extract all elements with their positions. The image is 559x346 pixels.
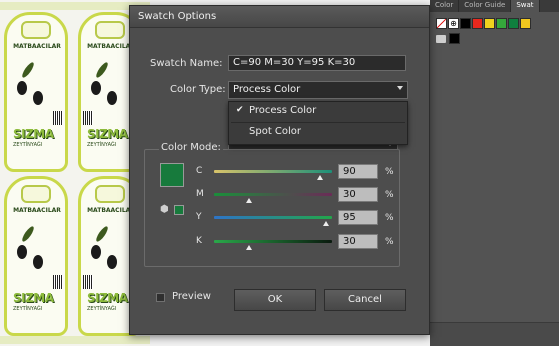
value-field-m[interactable]: 30 [338,187,378,202]
percent-label: % [385,167,394,177]
color-mode-label: Color Mode: [159,142,223,153]
tab-swatches[interactable]: Swat [511,0,540,12]
dropdown-option-label: Spot Color [249,126,302,137]
percent-label: % [385,237,394,247]
color-type-value: Process Color [233,84,301,95]
label-sub-text: ZEYTİNYAĞI [13,306,43,312]
slider-thumb-m[interactable] [246,198,253,203]
cancel-button[interactable]: Cancel [324,289,406,311]
label-sizma-text: SIZMA [87,127,128,141]
swatch-chip[interactable] [449,33,460,44]
swatch-chip-row: ⊕ [436,18,531,29]
label-sub-text: ZEYTİNYAĞI [13,142,43,148]
barcode-icon [83,111,93,125]
swatch-chip[interactable] [460,18,471,29]
slider-thumb-c[interactable] [317,175,324,180]
slider-label-m: M [196,189,204,199]
swatch-chip[interactable] [508,18,519,29]
slider-thumb-k[interactable] [246,245,253,250]
chevron-down-icon [397,86,403,90]
swatch-options-dialog: Swatch Options Swatch Name: C=90 M=30 Y=… [129,5,430,335]
label-neck [95,21,125,39]
dropdown-option-label: Process Color [249,105,317,116]
slider-label-c: C [196,166,203,176]
olive-icon [107,91,117,105]
color-type-label: Color Type: [170,84,226,95]
value-field-k[interactable]: 30 [338,234,378,249]
preview-label: Preview [172,291,211,302]
percent-label: % [385,213,394,223]
swatch-preview [160,163,184,187]
barcode-icon [53,111,63,125]
dropdown-option-process-color[interactable]: ✔ Process Color [229,102,407,122]
dialog-title: Swatch Options [138,11,217,22]
color-type-select[interactable]: Process Color [228,81,408,99]
slider-thumb-y[interactable] [323,221,330,226]
swatch-group-row [436,33,460,44]
slider-track-y[interactable] [214,216,332,219]
barcode-icon [83,275,93,289]
swatch-chip[interactable] [496,18,507,29]
label-sub-text: ZEYTİNYAĞI [87,142,117,148]
leaf-icon [94,60,110,80]
registration-swatch-chip[interactable]: ⊕ [448,18,459,29]
slider-track-m[interactable] [214,193,332,196]
olive-icon [91,245,101,259]
artboard-strip [0,336,150,344]
dialog-titlebar[interactable]: Swatch Options [130,6,429,28]
label-neck [95,185,125,203]
slider-track-k[interactable] [214,240,332,243]
swatch-chip[interactable] [472,18,483,29]
slider-track-c[interactable] [214,170,332,173]
swatch-chip[interactable] [484,18,495,29]
olive-icon [91,81,101,95]
artboard: MATBAACILAR SIZMA ZEYTİNYAĞI MATBAACILAR… [0,0,150,346]
leaf-icon [20,224,36,244]
ok-button[interactable]: OK [234,289,316,311]
artboard-strip [0,2,150,10]
value-field-y[interactable]: 95 [338,210,378,225]
label-neck [21,21,51,39]
label-sizma-text: SIZMA [13,291,54,305]
color-type-dropdown: ✔ Process Color Spot Color [228,101,408,145]
label-sizma-text: SIZMA [87,291,128,305]
tab-color-guide[interactable]: Color Guide [459,0,512,12]
olive-icon [33,91,43,105]
label-sub-text: ZEYTİNYAĞI [87,306,117,312]
olive-icon [17,81,27,95]
olive-icon [107,255,117,269]
olive-oil-label: MATBAACILAR SIZMA ZEYTİNYAĞI [4,12,68,172]
slider-label-y: Y [196,212,202,222]
none-swatch-chip[interactable] [436,18,447,29]
olive-icon [17,245,27,259]
olive-icon [33,255,43,269]
leaf-icon [20,60,36,80]
swatch-chip[interactable] [520,18,531,29]
panel-tab-bar: Color Color Guide Swat [430,0,559,12]
preview-checkbox[interactable] [156,293,165,302]
out-of-gamut-cube-icon[interactable]: ⬢ [160,204,169,215]
leaf-icon [94,224,110,244]
slider-label-k: K [196,236,202,246]
swatch-name-input[interactable]: C=90 M=30 Y=95 K=30 [228,55,406,71]
web-safe-swatch[interactable] [174,205,184,215]
value-field-c[interactable]: 90 [338,164,378,179]
olive-oil-label: MATBAACILAR SIZMA ZEYTİNYAĞI [4,176,68,336]
barcode-icon [53,275,63,289]
swatches-panel: Color Color Guide Swat ⊕ [430,0,559,346]
label-brand-text: MATBAACILAR [13,43,61,50]
label-sizma-text: SIZMA [13,127,54,141]
percent-label: % [385,190,394,200]
swatch-name-label: Swatch Name: [150,58,223,69]
label-brand-text: MATBAACILAR [13,207,61,214]
label-neck [21,185,51,203]
tab-color[interactable]: Color [430,0,460,12]
checkmark-icon: ✔ [236,105,244,115]
dropdown-option-spot-color[interactable]: Spot Color [229,123,407,143]
folder-icon[interactable] [436,34,446,43]
panel-footer [430,322,559,346]
